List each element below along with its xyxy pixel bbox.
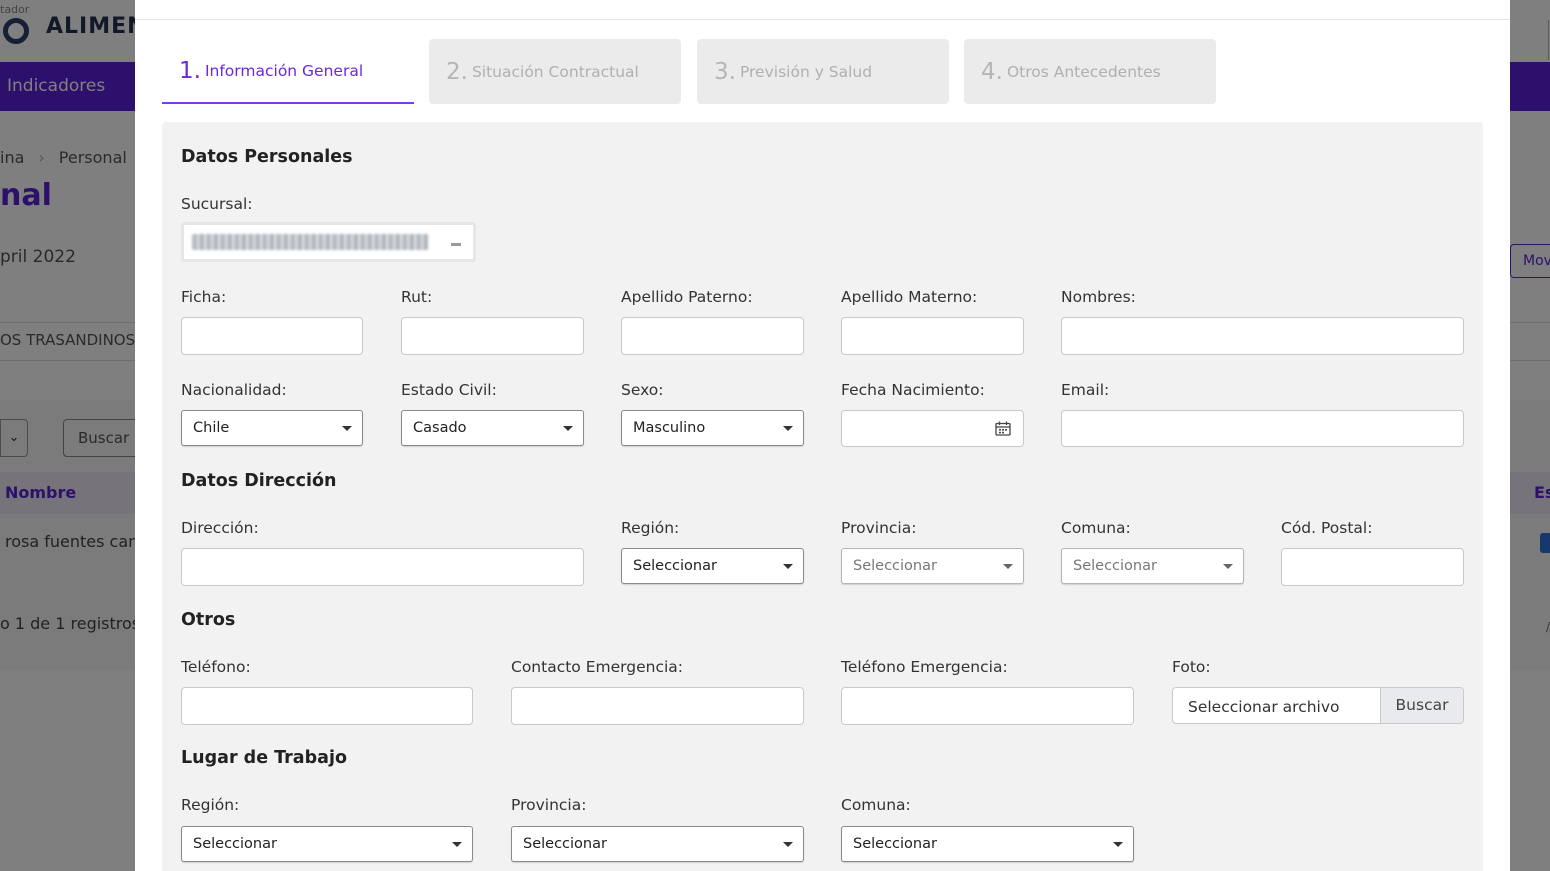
chevron-down-icon [342,426,352,431]
nombres-label: Nombres: [1061,288,1136,306]
sexo-value: Masculino [633,420,706,436]
region-label: Región: [621,519,680,537]
step-label: Información General [204,61,364,80]
step-situacion-contractual[interactable]: 2. Situación Contractual [429,39,681,104]
trabajo-comuna-label: Comuna: [841,796,911,814]
fecha-nacimiento-label: Fecha Nacimiento: [841,381,985,399]
trabajo-comuna-value: Seleccionar [853,836,937,852]
section-title-lugar-trabajo: Lugar de Trabajo [181,748,347,768]
sexo-select[interactable]: Masculino [621,410,804,446]
step-label: Previsión y Salud [739,62,873,81]
comuna-label: Comuna: [1061,519,1131,537]
nacionalidad-label: Nacionalidad: [181,381,287,399]
email-input[interactable] [1061,410,1464,447]
provincia-select[interactable]: Seleccionar [841,548,1024,584]
step-informacion-general[interactable]: 1. Información General [162,39,414,104]
fecha-nacimiento-input[interactable] [841,410,1024,447]
step-number: 3. [714,58,736,85]
step-label: Otros Antecedentes [1006,62,1161,81]
trabajo-provincia-value: Seleccionar [523,836,607,852]
provincia-value: Seleccionar [853,558,937,574]
form-panel: Datos Personales Sucursal: Ficha: Rut: A… [162,122,1483,871]
rut-input[interactable] [401,317,584,355]
cod-postal-label: Cód. Postal: [1281,519,1373,537]
browse-button[interactable]: Buscar [1380,688,1463,723]
section-title-datos-direccion: Datos Dirección [181,471,337,491]
chevron-down-icon [451,243,461,246]
ficha-label: Ficha: [181,288,227,306]
apellido-materno-input[interactable] [841,317,1024,355]
rut-label: Rut: [401,288,433,306]
employee-modal: 1. Información General 2. Situación Cont… [135,0,1510,871]
trabajo-comuna-select[interactable]: Seleccionar [841,826,1134,862]
calendar-icon[interactable] [995,421,1011,436]
comuna-select[interactable]: Seleccionar [1061,548,1244,584]
chevron-down-icon [783,564,793,569]
step-number: 4. [981,58,1003,85]
telefono-label: Teléfono: [181,658,251,676]
sucursal-select[interactable] [181,222,476,262]
chevron-down-icon [1003,564,1013,569]
apellido-paterno-input[interactable] [621,317,804,355]
chevron-down-icon [1223,564,1233,569]
trabajo-region-value: Seleccionar [193,836,277,852]
chevron-down-icon [783,426,793,431]
step-otros-antecedentes[interactable]: 4. Otros Antecedentes [964,39,1216,104]
apellido-paterno-label: Apellido Paterno: [621,288,753,306]
trabajo-region-label: Región: [181,796,240,814]
step-label: Situación Contractual [471,62,639,81]
step-number: 1. [179,57,201,84]
chevron-down-icon [783,842,793,847]
nombres-input[interactable] [1061,317,1464,355]
sexo-label: Sexo: [621,381,664,399]
sucursal-value-redacted [192,234,428,250]
estado-civil-label: Estado Civil: [401,381,497,399]
region-select[interactable]: Seleccionar [621,548,804,584]
step-prevision-salud[interactable]: 3. Previsión y Salud [697,39,949,104]
modal-header-divider [135,19,1510,20]
email-label: Email: [1061,381,1110,399]
sucursal-label: Sucursal: [181,195,253,213]
apellido-materno-label: Apellido Materno: [841,288,978,306]
cod-postal-input[interactable] [1281,548,1464,586]
telefono-emergencia-input[interactable] [841,687,1134,725]
telefono-emergencia-label: Teléfono Emergencia: [841,658,1008,676]
estado-civil-select[interactable]: Casado [401,410,584,446]
chevron-down-icon [1113,842,1123,847]
estado-civil-value: Casado [413,420,467,436]
chevron-down-icon [563,426,573,431]
trabajo-provincia-label: Provincia: [511,796,587,814]
trabajo-provincia-select[interactable]: Seleccionar [511,826,804,862]
foto-label: Foto: [1172,658,1211,676]
contacto-emergencia-input[interactable] [511,687,804,725]
telefono-input[interactable] [181,687,473,725]
provincia-label: Provincia: [841,519,917,537]
comuna-value: Seleccionar [1073,558,1157,574]
contacto-emergencia-label: Contacto Emergencia: [511,658,683,676]
direccion-input[interactable] [181,548,584,586]
nacionalidad-value: Chile [193,420,230,436]
region-value: Seleccionar [633,558,717,574]
section-title-otros: Otros [181,610,236,630]
trabajo-region-select[interactable]: Seleccionar [181,826,473,862]
foto-file-input[interactable]: Seleccionar archivo Buscar [1172,687,1464,724]
direccion-label: Dirección: [181,519,259,537]
file-placeholder[interactable]: Seleccionar archivo [1173,688,1380,723]
step-number: 2. [446,58,468,85]
chevron-down-icon [452,842,462,847]
section-title-datos-personales: Datos Personales [181,147,353,167]
ficha-input[interactable] [181,317,363,355]
nacionalidad-select[interactable]: Chile [181,410,363,446]
